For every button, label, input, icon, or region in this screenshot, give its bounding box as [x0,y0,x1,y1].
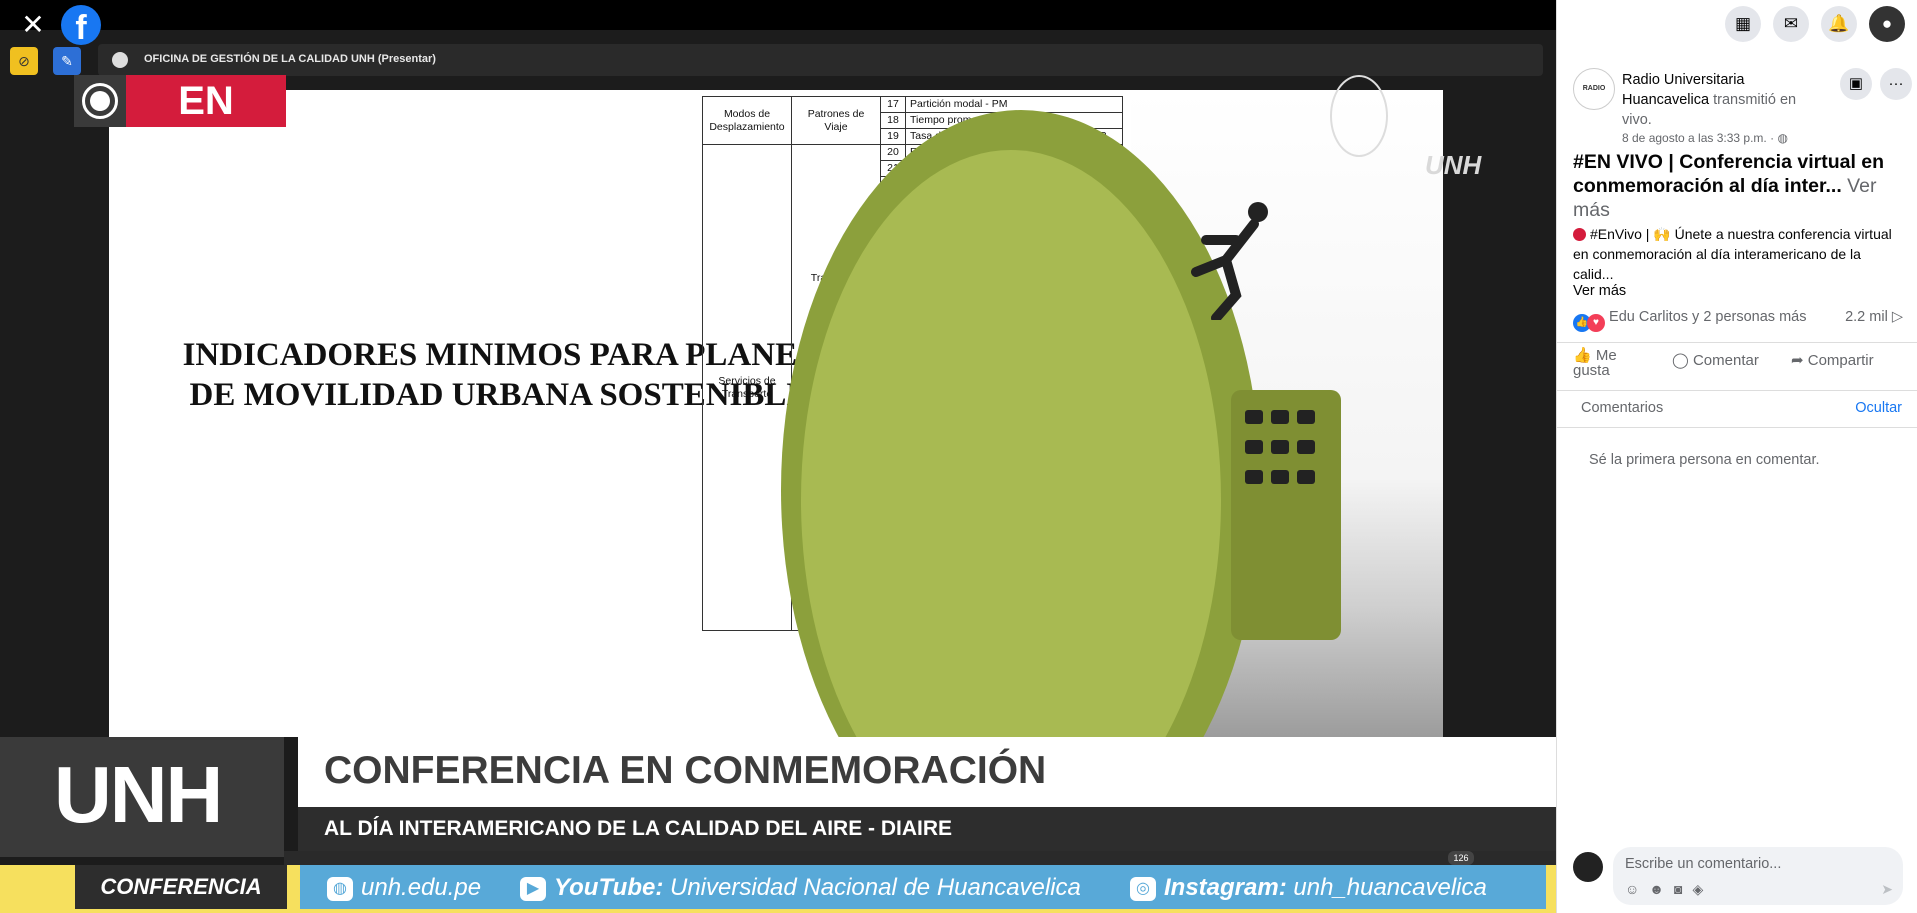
edit-icon[interactable]: ✎ [53,47,81,75]
youtube-icon: ▶ [520,877,546,901]
ticker-youtube: ▶ YouTube: Universidad Nacional de Huanca… [520,874,1081,902]
slide-illustration [781,90,1443,737]
post-title-text: #EN VIVO | Conferencia virtual en conmem… [1573,151,1885,197]
lower-third-logo-box: UNH [0,737,284,857]
ticker-youtube-value: Universidad Nacional de Huancavelica [670,874,1081,901]
commenter-avatar[interactable] [1573,852,1603,882]
comment-label: Comentar [1692,352,1759,369]
menu-grid-icon[interactable]: ▦ [1725,6,1761,42]
views-text: 2.2 mil [1845,309,1888,325]
play-icon: ▷ [1891,309,1903,325]
table-number-cell: 20 [880,144,906,161]
like-button[interactable]: 👍 Me gusta [1573,348,1643,378]
ticker-instagram-value: unh_huancavelica [1293,874,1487,901]
live-badge: EN VIVO [74,75,286,175]
comment-icon: ◯ [1672,352,1689,369]
globe-icon: ◍ [1777,131,1788,145]
send-icon[interactable]: ➤ [1881,881,1893,898]
captions-off-icon[interactable]: ⊘ [10,47,38,75]
comment-placeholder: Escribe un comentario... [1625,856,1782,872]
slide-unh-logo: UNH [1425,150,1482,180]
ticker-instagram-label: Instagram: [1164,874,1287,901]
ticker-bar: CONFERENCIA ◍ unh.edu.pe ▶ YouTube: Univer… [0,865,1556,913]
table-number-cell: 19 [880,128,906,145]
save-icon[interactable]: ▣ [1840,68,1872,100]
user-avatar-icon[interactable]: ● [1869,6,1905,42]
lower-third-title-box: CONFERENCIA EN CONMEMORACIÓN [298,737,1556,807]
share-button[interactable]: ➦ Compartir [1791,351,1874,369]
lower-third-logo: UNH [54,750,223,839]
lower-third-strip [284,851,1556,865]
lower-third-title: CONFERENCIA EN CONMEMORACIÓN [324,749,1047,792]
comment-tools: ☺☻◙◈ [1625,881,1713,898]
notifications-bell-icon[interactable]: 🔔 [1821,6,1857,42]
table-subgroup-cell: Patrones de Viaje [791,96,881,145]
presenter-icon [112,52,128,68]
avatar-sticker-icon[interactable]: ☺ [1625,881,1649,897]
hide-comments-button[interactable]: Ocultar [1855,400,1902,416]
post-header: Radio Universitaria Huancavelica transmi… [1622,70,1822,130]
share-icon: ➦ [1791,352,1804,369]
reactions-text: Edu Carlitos y 2 personas más [1609,309,1807,325]
page-avatar[interactable]: RADIO [1573,68,1615,110]
building-graphic [1231,390,1341,640]
ticker-web: ◍ unh.edu.pe [327,874,481,902]
post-body-text: #EnVivo | 🙌 Únete a nuestra conferencia … [1573,226,1892,282]
red-circle-icon [1573,228,1586,241]
ticker-instagram: ◎ Instagram: unh_huancavelica [1130,874,1487,902]
share-label: Compartir [1807,352,1874,369]
close-icon[interactable]: ✕ [20,11,46,39]
post-title: #EN VIVO | Conferencia virtual en conmem… [1573,150,1903,222]
comment-input[interactable]: Escribe un comentario... ☺☻◙◈ ➤ [1613,847,1903,905]
table-number-cell: 18 [880,112,906,129]
record-icon [74,75,126,127]
slide: INDICADORES MINIMOS PARA PLANES DE MOVIL… [109,90,1443,737]
table-number-cell: 17 [880,96,906,113]
video-player[interactable]: OFICINA DE GESTIÓN DE LA CALIDAD UNH (Pr… [0,0,1556,913]
camera-icon[interactable]: ◙ [1674,881,1692,897]
walker-icon [1191,202,1268,320]
emoji-icon[interactable]: ☻ [1649,881,1674,897]
post-date-text: 8 de agosto a las 3:33 p.m. · [1622,131,1775,145]
post-date[interactable]: 8 de agosto a las 3:33 p.m. · ◍ [1622,131,1788,145]
ticker-content: ◍ unh.edu.pe ▶ YouTube: Universidad Nacion… [300,865,1546,909]
globe-icon: ◍ [327,877,353,901]
more-options-icon[interactable]: ··· [1880,68,1912,100]
messenger-icon[interactable]: ✉ [1773,6,1809,42]
presentation-title: OFICINA DE GESTIÓN DE LA CALIDAD UNH (Pr… [144,53,436,65]
table-group-cell: Servicios de Transporte [702,144,792,631]
comments-header: Comentarios Ocultar [1557,390,1917,428]
comment-button[interactable]: ◯ Comentar [1672,351,1759,369]
instagram-icon: ◎ [1130,877,1156,901]
table-row: Modos de Desplazamiento Patrones de Viaje… [702,96,1123,145]
sticker-icon[interactable]: ◈ [1693,881,1714,897]
video-top-bar [0,0,1556,30]
see-more-link[interactable]: Ver más [1573,283,1626,299]
empty-comments-text: Sé la primera persona en comentar. [1589,452,1820,468]
lower-third-subtitle: AL DÍA INTERAMERICANO DE LA CALIDAD DEL … [324,817,953,840]
ticker-youtube-label: YouTube: [554,874,664,901]
comments-label: Comentarios [1581,400,1664,416]
ticker-web-text: unh.edu.pe [361,874,482,901]
facebook-logo-icon[interactable]: f [61,5,101,47]
love-reaction-icon: ♥ [1587,314,1605,332]
views-count: 2.2 mil ▷ [1845,309,1903,325]
post-actions: 👍 Me gusta ◯ Comentar ➦ Compartir [1557,342,1917,387]
presentation-bar: OFICINA DE GESTIÓN DE LA CALIDAD UNH (Pr… [98,44,1543,76]
post-body: #EnVivo | 🙌 Únete a nuestra conferencia … [1573,224,1903,284]
post-panel: ▦ ✉ 🔔 ● RADIO Radio Universitaria Huanca… [1556,0,1917,913]
live-label: EN VIVO [126,75,286,175]
lower-third-subtitle-box: AL DÍA INTERAMERICANO DE LA CALIDAD DEL … [298,807,1556,851]
unh-seal-icon [1330,75,1388,157]
table-group-cell: Modos de Desplazamiento [702,96,792,145]
viewer-count-badge: 126 [1448,851,1474,865]
reactions-row[interactable]: 👍 ♥ Edu Carlitos y 2 personas más 2.2 mil… [1573,309,1903,332]
ticker-label: CONFERENCIA [75,865,287,909]
